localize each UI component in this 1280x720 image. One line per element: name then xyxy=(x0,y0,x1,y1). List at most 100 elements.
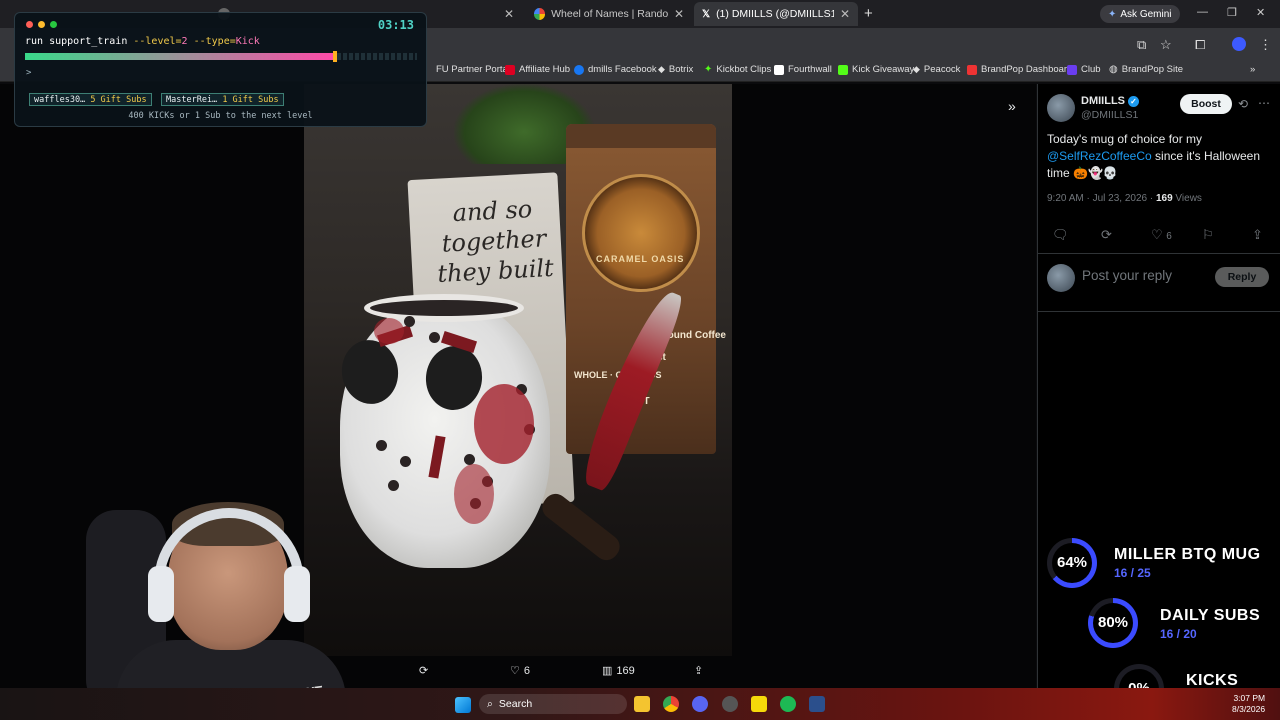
command-type-value: Kick xyxy=(235,36,260,47)
clock-date: 8/3/2026 xyxy=(1232,704,1266,714)
window-lights xyxy=(26,21,57,28)
close-icon[interactable]: ✕ xyxy=(504,7,514,21)
heart-icon: ♡ xyxy=(510,665,520,677)
spotify-icon[interactable] xyxy=(780,696,796,712)
windows-start-icon[interactable] xyxy=(455,697,471,713)
ask-gemini-button[interactable]: ✦ Ask Gemini xyxy=(1100,5,1180,23)
like-button[interactable]: ♡ 6 xyxy=(510,664,530,678)
mask-hole xyxy=(400,456,411,467)
close-icon[interactable]: ✕ xyxy=(840,7,850,21)
bookmark-kick-giveaway[interactable]: Kick Giveaway xyxy=(838,64,914,75)
reply-icon[interactable]: 🗨 xyxy=(1052,227,1069,243)
bookmark-fu-partner-portal[interactable]: FU Partner Portal xyxy=(436,64,510,75)
bookmark-botrix[interactable]: ◆ Botrix xyxy=(658,64,693,75)
bookmarks-overflow-icon[interactable]: » xyxy=(1250,64,1255,75)
more-options-icon[interactable]: ⋯ xyxy=(1258,96,1270,110)
app-icon[interactable] xyxy=(809,696,825,712)
bookmark-peacock[interactable]: ◆ Peacock xyxy=(913,64,960,75)
tweet-text: Today's mug of choice for my @SelfRezCof… xyxy=(1047,131,1272,182)
reply-button[interactable]: Reply xyxy=(1215,267,1269,287)
gifter-value: 1 Gift Subs xyxy=(222,95,279,105)
gifter-name: waffles30… xyxy=(34,95,86,105)
goal-title: DAILY SUBS xyxy=(1160,607,1261,624)
chrome-icon[interactable] xyxy=(663,696,679,712)
sticky-notes-icon[interactable] xyxy=(751,696,767,712)
x-logo-icon: 𝕏 xyxy=(702,8,711,20)
coffee-bag-top xyxy=(566,124,716,148)
tab-x-profile[interactable]: 𝕏 (1) DMIILLS (@DMIILLS1) / X ✕ xyxy=(694,2,858,26)
mention-link[interactable]: @SelfRezCoffeeCo xyxy=(1047,149,1152,163)
command-prefix: run support_train xyxy=(25,36,134,47)
gifter-value: 5 Gift Subs xyxy=(90,95,147,105)
profile-avatar[interactable] xyxy=(1232,37,1246,51)
mask-hole xyxy=(388,480,399,491)
bookmark-dmills-facebook[interactable]: dmills Facebook xyxy=(574,64,657,75)
wheel-favicon-icon xyxy=(534,8,546,20)
gifter-chip: waffles30… 5 Gift Subs xyxy=(29,93,152,106)
bookmark-icon[interactable]: ⚐ xyxy=(1202,227,1214,243)
affiliate-icon xyxy=(505,64,515,75)
share-icon[interactable]: ⇪ xyxy=(1252,227,1263,243)
new-tab-icon[interactable]: + xyxy=(864,5,873,22)
repost-icon[interactable]: ⟳ xyxy=(419,664,428,677)
goal-title: MILLER BTQ MUG xyxy=(1114,546,1261,563)
bookmark-brandpop-site[interactable]: ◍ BrandPop Site xyxy=(1109,64,1183,75)
tab-wheel-of-names[interactable]: Wheel of Names | Random name ✕ xyxy=(526,2,692,26)
obs-icon[interactable] xyxy=(722,696,738,712)
bookmark-club[interactable]: Club xyxy=(1067,64,1101,75)
install-app-icon[interactable]: ⧉ xyxy=(1137,37,1146,53)
file-explorer-icon[interactable] xyxy=(634,696,650,712)
post-image[interactable]: and so together they built CARAMEL OASIS… xyxy=(304,84,732,656)
discord-icon[interactable] xyxy=(692,696,708,712)
restore-icon[interactable]: ❐ xyxy=(1227,6,1237,19)
kick-icon xyxy=(838,64,848,75)
author-avatar[interactable] xyxy=(1047,94,1075,122)
tweet-timestamp[interactable]: 9:20 AM · Jul 23, 2026 · xyxy=(1047,193,1156,204)
minimize-icon[interactable]: — xyxy=(1197,6,1208,18)
bookmark-label: dmills Facebook xyxy=(588,64,657,75)
taskbar-clock[interactable]: 3:07 PM 8/3/2026 xyxy=(1232,693,1265,715)
author-handle[interactable]: @DMIILLS1 xyxy=(1081,109,1138,121)
kickbot-icon: ✦ xyxy=(704,64,713,75)
window-close-icon[interactable]: ✕ xyxy=(1256,6,1265,19)
like-button[interactable]: ♡ 6 xyxy=(1151,227,1172,243)
boost-button[interactable]: Boost xyxy=(1180,94,1232,114)
mask-hole xyxy=(404,316,415,327)
grok-icon[interactable]: ⟲ xyxy=(1238,97,1248,111)
gifter-chip: MasterRei… 1 Gift Subs xyxy=(161,93,284,106)
own-avatar xyxy=(1047,264,1075,292)
author-display-name[interactable]: DMIILLS ✓ xyxy=(1081,95,1139,107)
bookmark-label: BrandPop Site xyxy=(1121,64,1183,75)
search-label: Search xyxy=(498,698,533,710)
bookmark-star-icon[interactable]: ☆ xyxy=(1160,37,1172,53)
train-progress-track xyxy=(25,51,417,62)
ask-gemini-label: Ask Gemini xyxy=(1120,8,1172,20)
support-train-overlay: 03:13 run support_train --level=2 --type… xyxy=(14,12,427,127)
bookmark-kickbot-clips[interactable]: ✦ Kickbot Clips xyxy=(704,64,771,75)
collapse-panel-icon[interactable]: » xyxy=(1008,98,1016,114)
close-icon[interactable]: ✕ xyxy=(674,7,684,21)
bookmark-label: Fourthwall xyxy=(788,64,832,75)
repost-icon[interactable]: ⟳ xyxy=(1101,227,1112,243)
tab-label: (1) DMIILLS (@DMIILLS1) / X xyxy=(716,8,834,20)
goal-progress: 16 / 20 xyxy=(1160,627,1197,641)
mask-hole xyxy=(376,440,387,451)
views-button[interactable]: ▥ 169 xyxy=(602,664,635,678)
verified-badge-icon: ✓ xyxy=(1128,95,1139,107)
bookmark-brandpop-dashboard[interactable]: BrandPop Dashboard xyxy=(967,64,1072,75)
clock-time: 3:07 PM xyxy=(1233,693,1266,703)
like-count: 6 xyxy=(523,664,530,677)
bookmark-affiliate-hub[interactable]: Affiliate Hub xyxy=(505,64,570,75)
botrix-icon: ◆ xyxy=(658,64,665,74)
reply-input[interactable]: Post your reply xyxy=(1082,268,1172,283)
bookmark-label: FU Partner Portal xyxy=(436,64,510,75)
taskbar-search[interactable]: ⌕ Search xyxy=(479,694,627,714)
globe-icon: ◍ xyxy=(1109,64,1118,75)
bookmark-fourthwall[interactable]: Fourthwall xyxy=(774,64,832,75)
blood-splatter xyxy=(474,384,534,464)
goal-percent: 80% xyxy=(1097,614,1129,631)
extensions-icon[interactable]: ⧠ xyxy=(1195,37,1205,53)
more-menu-icon[interactable]: ⋮ xyxy=(1259,37,1272,53)
share-icon[interactable]: ⇪ xyxy=(694,664,703,677)
tweet-view-count: 169 xyxy=(1155,193,1173,204)
